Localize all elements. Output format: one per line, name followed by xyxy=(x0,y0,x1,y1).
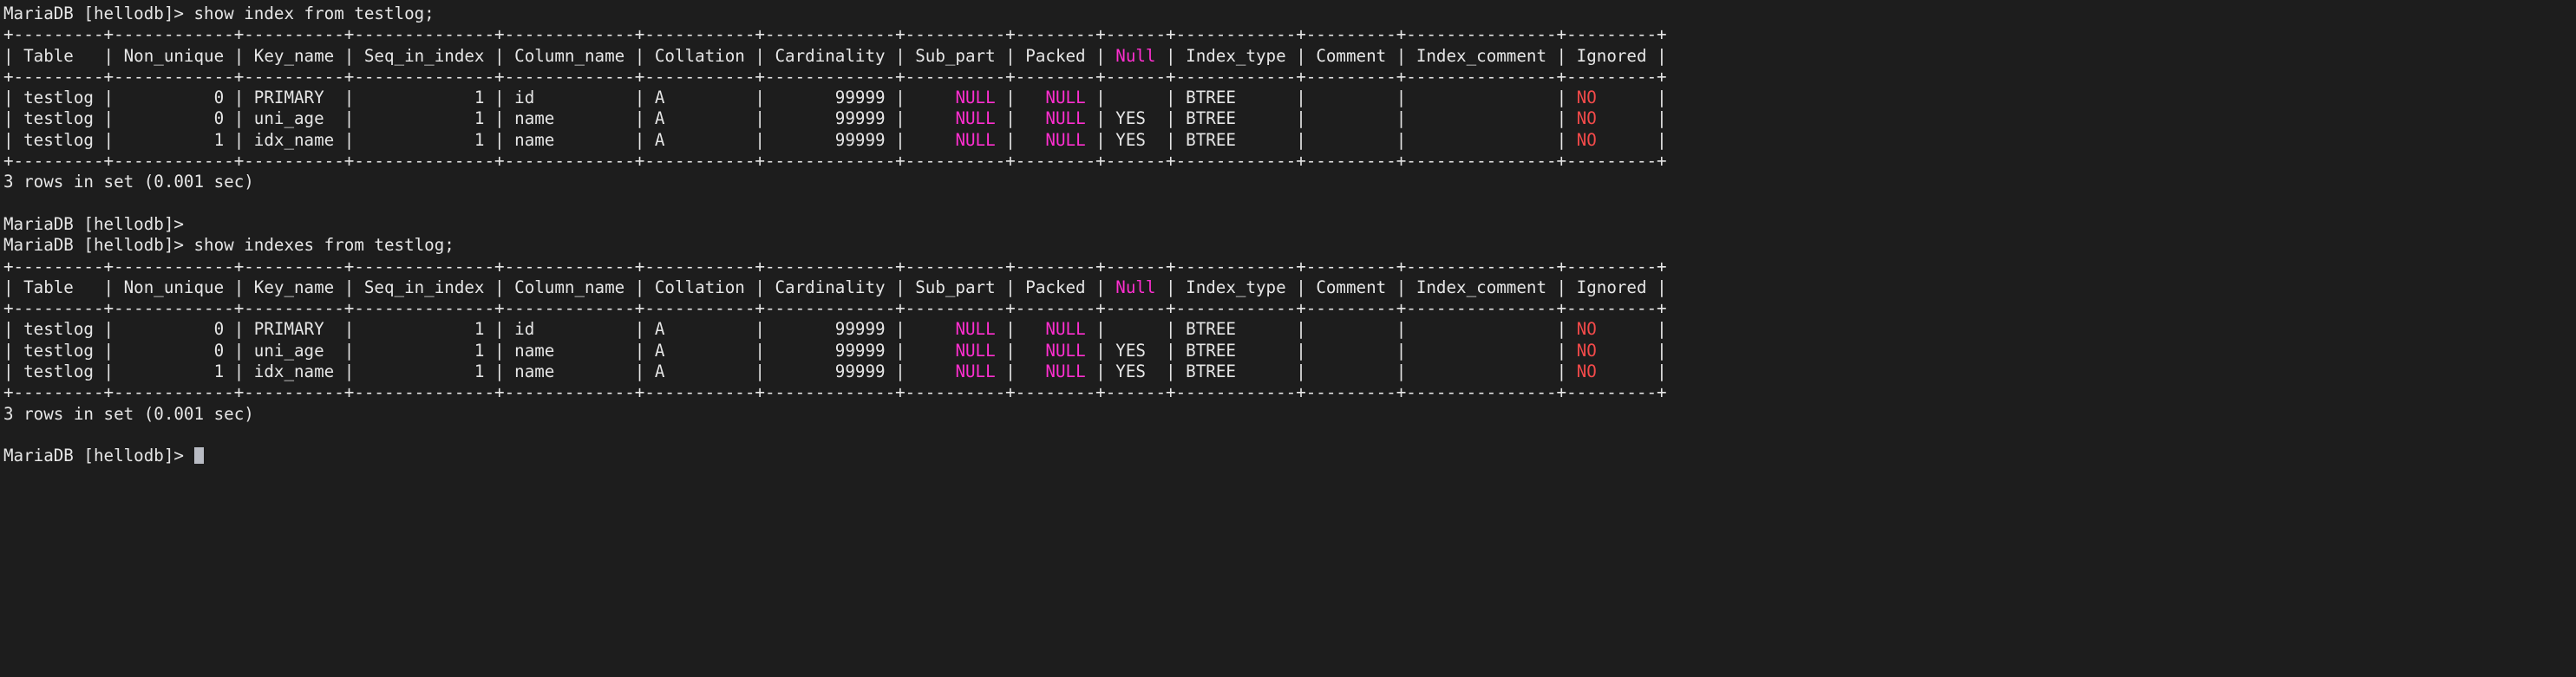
terminal-text: | Index_type | Comment | Index_comment |… xyxy=(1155,277,1666,297)
terminal-line: +---------+------------+----------+-----… xyxy=(3,24,2576,45)
no-value-text: NO xyxy=(1577,130,1597,150)
terminal-line xyxy=(3,425,2576,446)
terminal-text: | YES | BTREE | | | xyxy=(1086,130,1577,150)
terminal-screen[interactable]: MariaDB [hellodb]> show index from testl… xyxy=(0,0,2576,677)
terminal-line: 3 rows in set (0.001 sec) xyxy=(3,404,2576,425)
terminal-line: | testlog | 0 | PRIMARY | 1 | id | A | 9… xyxy=(3,88,2576,108)
terminal-line: MariaDB [hellodb]> show index from testl… xyxy=(3,3,2576,24)
terminal-line: | testlog | 1 | idx_name | 1 | name | A … xyxy=(3,130,2576,151)
null-value-text: NULL xyxy=(1045,319,1085,339)
terminal-text: | testlog | 0 | uni_age | 1 | name | A |… xyxy=(3,108,955,128)
terminal-line: | Table | Non_unique | Key_name | Seq_in… xyxy=(3,46,2576,67)
terminal-line: +---------+------------+----------+-----… xyxy=(3,382,2576,403)
terminal-text: 3 rows in set (0.001 sec) xyxy=(3,172,254,192)
null-value-text: NULL xyxy=(955,88,995,107)
terminal-text: +---------+------------+----------+-----… xyxy=(3,67,1667,87)
terminal-text: | xyxy=(1597,341,1667,361)
terminal-text: | YES | BTREE | | | xyxy=(1086,341,1577,361)
null-value-text: NULL xyxy=(1045,341,1085,361)
terminal-text: +---------+------------+----------+-----… xyxy=(3,257,1667,277)
terminal-line: +---------+------------+----------+-----… xyxy=(3,67,2576,88)
terminal-text: 3 rows in set (0.001 sec) xyxy=(3,404,254,424)
terminal-line: | Table | Non_unique | Key_name | Seq_in… xyxy=(3,277,2576,298)
terminal-text: | Table | Non_unique | Key_name | Seq_in… xyxy=(3,277,1115,297)
null-value-text: NULL xyxy=(955,341,995,361)
no-value-text: NO xyxy=(1577,88,1597,107)
text-cursor xyxy=(194,447,205,464)
terminal-line: MariaDB [hellodb]> xyxy=(3,446,2576,466)
terminal-line xyxy=(3,193,2576,214)
no-value-text: NO xyxy=(1577,361,1597,381)
null-value-text: NULL xyxy=(955,319,995,339)
terminal-text: | xyxy=(996,319,1046,339)
null-value-text: Null xyxy=(1115,46,1155,66)
null-value-text: NULL xyxy=(955,130,995,150)
terminal-text: | testlog | 1 | idx_name | 1 | name | A … xyxy=(3,361,955,381)
terminal-text: | YES | BTREE | | | xyxy=(1086,108,1577,128)
terminal-text: MariaDB [hellodb]> show indexes from tes… xyxy=(3,235,454,255)
terminal-text: +---------+------------+----------+-----… xyxy=(3,151,1667,171)
terminal-text: | testlog | 0 | PRIMARY | 1 | id | A | 9… xyxy=(3,88,955,107)
null-value-text: NULL xyxy=(1045,88,1085,107)
terminal-text: | xyxy=(1597,130,1667,150)
null-value-text: NULL xyxy=(1045,108,1085,128)
no-value-text: NO xyxy=(1577,341,1597,361)
terminal-text: | xyxy=(996,88,1046,107)
terminal-text: | xyxy=(996,130,1046,150)
terminal-text: | | BTREE | | | xyxy=(1086,319,1577,339)
terminal-text: +---------+------------+----------+-----… xyxy=(3,382,1667,402)
no-value-text: NO xyxy=(1577,319,1597,339)
terminal-text: | xyxy=(1597,319,1667,339)
null-value-text: Null xyxy=(1115,277,1155,297)
terminal-text: | | BTREE | | | xyxy=(1086,88,1577,107)
terminal-text: | testlog | 1 | idx_name | 1 | name | A … xyxy=(3,130,955,150)
terminal-text: | Table | Non_unique | Key_name | Seq_in… xyxy=(3,46,1115,66)
terminal-line: 3 rows in set (0.001 sec) xyxy=(3,172,2576,192)
no-value-text: NO xyxy=(1577,108,1597,128)
terminal-line: | testlog | 0 | uni_age | 1 | name | A |… xyxy=(3,341,2576,361)
terminal-line: | testlog | 0 | uni_age | 1 | name | A |… xyxy=(3,108,2576,129)
terminal-text: MariaDB [hellodb]> xyxy=(3,214,184,234)
terminal-text: | xyxy=(996,341,1046,361)
null-value-text: NULL xyxy=(1045,361,1085,381)
null-value-text: NULL xyxy=(1045,130,1085,150)
terminal-line: +---------+------------+----------+-----… xyxy=(3,257,2576,277)
terminal-line: MariaDB [hellodb]> show indexes from tes… xyxy=(3,235,2576,256)
terminal-text: MariaDB [hellodb]> show index from testl… xyxy=(3,3,435,23)
terminal-text: MariaDB [hellodb]> xyxy=(3,446,194,465)
terminal-line: +---------+------------+----------+-----… xyxy=(3,151,2576,172)
terminal-line: MariaDB [hellodb]> xyxy=(3,214,2576,235)
terminal-line: | testlog | 1 | idx_name | 1 | name | A … xyxy=(3,361,2576,382)
terminal-text: | YES | BTREE | | | xyxy=(1086,361,1577,381)
terminal-text: | xyxy=(996,108,1046,128)
terminal-line: | testlog | 0 | PRIMARY | 1 | id | A | 9… xyxy=(3,319,2576,340)
terminal-text: | xyxy=(1597,108,1667,128)
terminal-text: | Index_type | Comment | Index_comment |… xyxy=(1155,46,1666,66)
terminal-text: | xyxy=(1597,361,1667,381)
terminal-text: | xyxy=(996,361,1046,381)
terminal-text: +---------+------------+----------+-----… xyxy=(3,298,1667,318)
terminal-line: +---------+------------+----------+-----… xyxy=(3,298,2576,319)
null-value-text: NULL xyxy=(955,361,995,381)
terminal-text: | xyxy=(1597,88,1667,107)
terminal-text: | testlog | 0 | PRIMARY | 1 | id | A | 9… xyxy=(3,319,955,339)
terminal-text: +---------+------------+----------+-----… xyxy=(3,24,1667,44)
null-value-text: NULL xyxy=(955,108,995,128)
terminal-text: | testlog | 0 | uni_age | 1 | name | A |… xyxy=(3,341,955,361)
